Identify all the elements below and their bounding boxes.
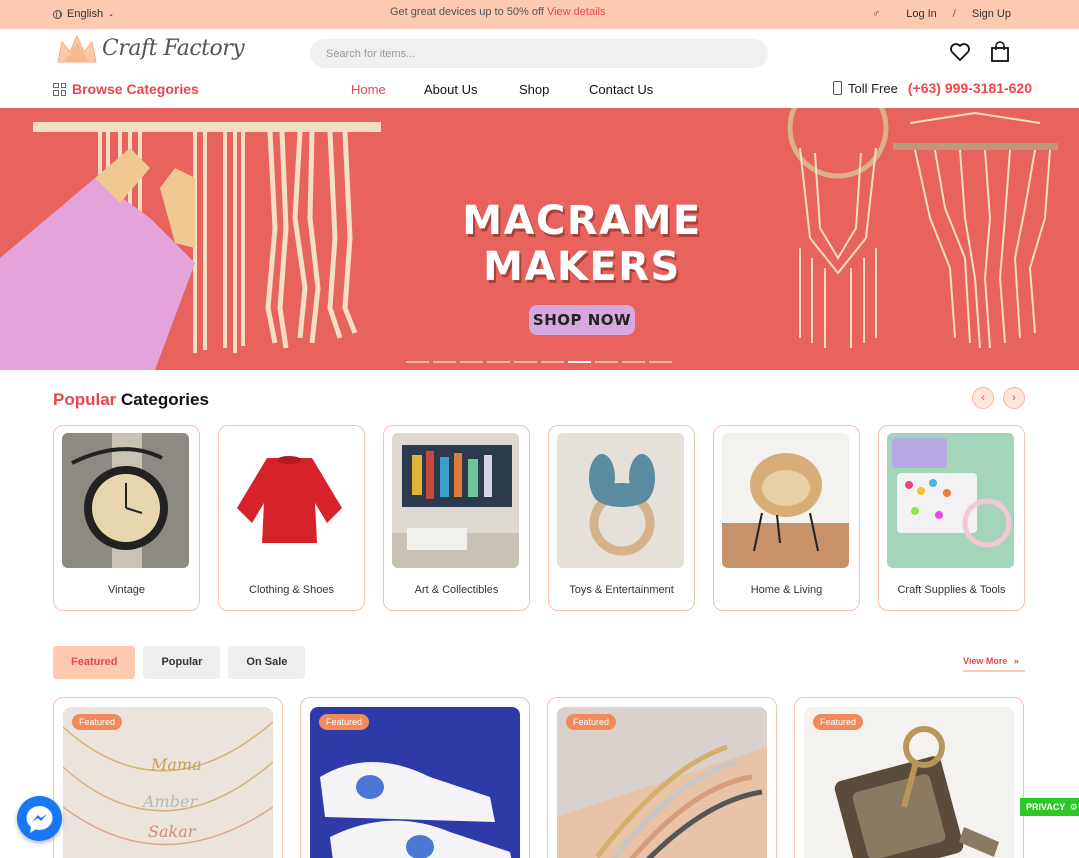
category-card-toys-entertainment[interactable]: Toys & Entertainment	[548, 425, 695, 611]
grid-icon	[53, 82, 66, 96]
slider-dot[interactable]	[595, 361, 618, 363]
category-image-vintage	[62, 433, 189, 568]
slider-dot[interactable]	[460, 361, 483, 363]
toll-free: Toll Free (+63) 999-3181-620	[833, 80, 1032, 96]
promo-link[interactable]: View details	[547, 6, 606, 18]
browse-categories-label: Browse Categories	[72, 81, 199, 97]
category-image-art-collectibles	[392, 433, 519, 568]
slider-dot[interactable]	[406, 361, 429, 363]
phone-icon	[833, 81, 842, 95]
promo-text: Get great devices up to 50% off	[390, 6, 544, 18]
brand-name: Craft Factory	[102, 35, 245, 61]
slider-dot[interactable]	[541, 361, 564, 363]
slider-dot-active[interactable]	[568, 361, 591, 363]
prev-arrow-button[interactable]: ‹	[972, 387, 994, 409]
title-rest: Categories	[121, 390, 209, 409]
site-header: Craft Factory	[0, 29, 1079, 77]
brand-logo[interactable]: Craft Factory	[56, 32, 245, 64]
hero-banner[interactable]: MACRAME MAKERS SHOP NOW	[0, 108, 1079, 370]
product-tabs: Featured Popular On Sale	[53, 646, 306, 679]
chevron-down-icon: ⌄	[108, 11, 114, 18]
login-link[interactable]: Log In	[906, 8, 937, 20]
tab-featured[interactable]: Featured	[53, 646, 136, 679]
crown-icon	[57, 34, 97, 63]
featured-badge: Featured	[566, 714, 617, 730]
category-image-clothing-shoes	[227, 433, 354, 568]
language-selector[interactable]: English ⌄	[53, 8, 114, 20]
category-label: Craft Supplies & Tools	[897, 584, 1006, 596]
svg-text:Sakar: Sakar	[148, 822, 197, 841]
category-card-vintage[interactable]: Vintage	[53, 425, 200, 611]
toll-free-label: Toll Free	[848, 80, 898, 96]
heart-icon[interactable]	[949, 41, 971, 63]
product-card[interactable]: Featured	[547, 697, 777, 858]
double-chevron-right-icon: »	[1013, 656, 1019, 666]
featured-badge: Featured	[319, 714, 370, 730]
messenger-icon	[26, 806, 53, 833]
next-arrow-button[interactable]: ›	[1003, 387, 1025, 409]
main-nav: Browse Categories Home About Us Shop Con…	[0, 77, 1079, 108]
view-more-label: View More	[963, 656, 1008, 666]
category-label: Toys & Entertainment	[569, 584, 674, 596]
slider-dot[interactable]	[487, 361, 510, 363]
messenger-chat-button[interactable]	[17, 796, 62, 841]
privacy-label: PRIVACY	[1026, 802, 1066, 812]
category-card-art-collectibles[interactable]: Art & Collectibles	[383, 425, 530, 611]
signup-link[interactable]: Sign Up	[972, 8, 1011, 20]
category-image-home-living	[722, 433, 849, 568]
title-accent: Popular	[53, 390, 117, 409]
language-label: English	[67, 8, 104, 20]
slider-dot[interactable]	[433, 361, 456, 363]
category-image-craft-supplies-tools	[887, 433, 1014, 568]
nav-about-us[interactable]: About Us	[424, 82, 477, 97]
product-card[interactable]: Featured	[300, 697, 530, 858]
category-image-toys-entertainment	[557, 433, 684, 568]
auth-links: ♂ Log In / Sign Up	[872, 8, 1011, 20]
promo-message: Get great devices up to 50% off View det…	[390, 6, 605, 18]
category-label: Clothing & Shoes	[249, 584, 334, 596]
product-card[interactable]: Featured Mama Amber Sakar	[53, 697, 283, 858]
toll-free-number[interactable]: (+63) 999-3181-620	[908, 80, 1032, 96]
category-card-home-living[interactable]: Home & Living	[713, 425, 860, 611]
category-label: Vintage	[107, 584, 146, 596]
nav-shop[interactable]: Shop	[519, 82, 549, 97]
slider-dot[interactable]	[649, 361, 672, 363]
category-label: Art & Collectibles	[414, 584, 499, 596]
browse-categories-button[interactable]: Browse Categories	[53, 81, 199, 97]
search-input[interactable]	[310, 39, 768, 68]
privacy-badge[interactable]: PRIVACY ⚙	[1020, 798, 1079, 816]
tab-on-sale[interactable]: On Sale	[228, 646, 306, 679]
banner-title-line1: MACRAME	[462, 198, 702, 244]
tab-popular[interactable]: Popular	[143, 646, 221, 679]
category-label: Home & Living	[750, 584, 823, 596]
featured-badge: Featured	[813, 714, 864, 730]
shopping-bag-icon[interactable]	[989, 41, 1011, 63]
category-list: Vintage Clothing & Shoes Art & Collectib…	[53, 425, 1025, 611]
user-icon[interactable]: ♂	[872, 8, 880, 20]
featured-badge: Featured	[72, 714, 123, 730]
auth-separator: /	[952, 8, 956, 20]
nav-contact-us[interactable]: Contact Us	[589, 82, 653, 97]
view-more-link[interactable]: View More »	[963, 656, 1025, 672]
popular-categories-title: Popular Categories	[53, 390, 209, 410]
slider-dot[interactable]	[514, 361, 537, 363]
shop-now-button[interactable]: SHOP NOW	[529, 305, 635, 335]
nav-home[interactable]: Home	[351, 82, 386, 97]
svg-text:Amber: Amber	[141, 792, 198, 811]
globe-icon	[53, 9, 62, 19]
slider-dot[interactable]	[622, 361, 645, 363]
category-card-clothing-shoes[interactable]: Clothing & Shoes	[218, 425, 365, 611]
banner-title: MACRAME MAKERS	[440, 198, 724, 290]
gear-icon: ⚙	[1069, 802, 1078, 812]
top-bar: English ⌄ Get great devices up to 50% of…	[0, 0, 1079, 29]
category-card-craft-supplies-tools[interactable]: Craft Supplies & Tools	[878, 425, 1025, 611]
svg-text:Mama: Mama	[150, 755, 202, 774]
product-grid: Featured Mama Amber Sakar Featured Featu…	[53, 697, 1024, 858]
product-card[interactable]: Featured	[794, 697, 1024, 858]
banner-title-line2: MAKERS	[483, 244, 681, 290]
slider-dots	[406, 361, 672, 363]
